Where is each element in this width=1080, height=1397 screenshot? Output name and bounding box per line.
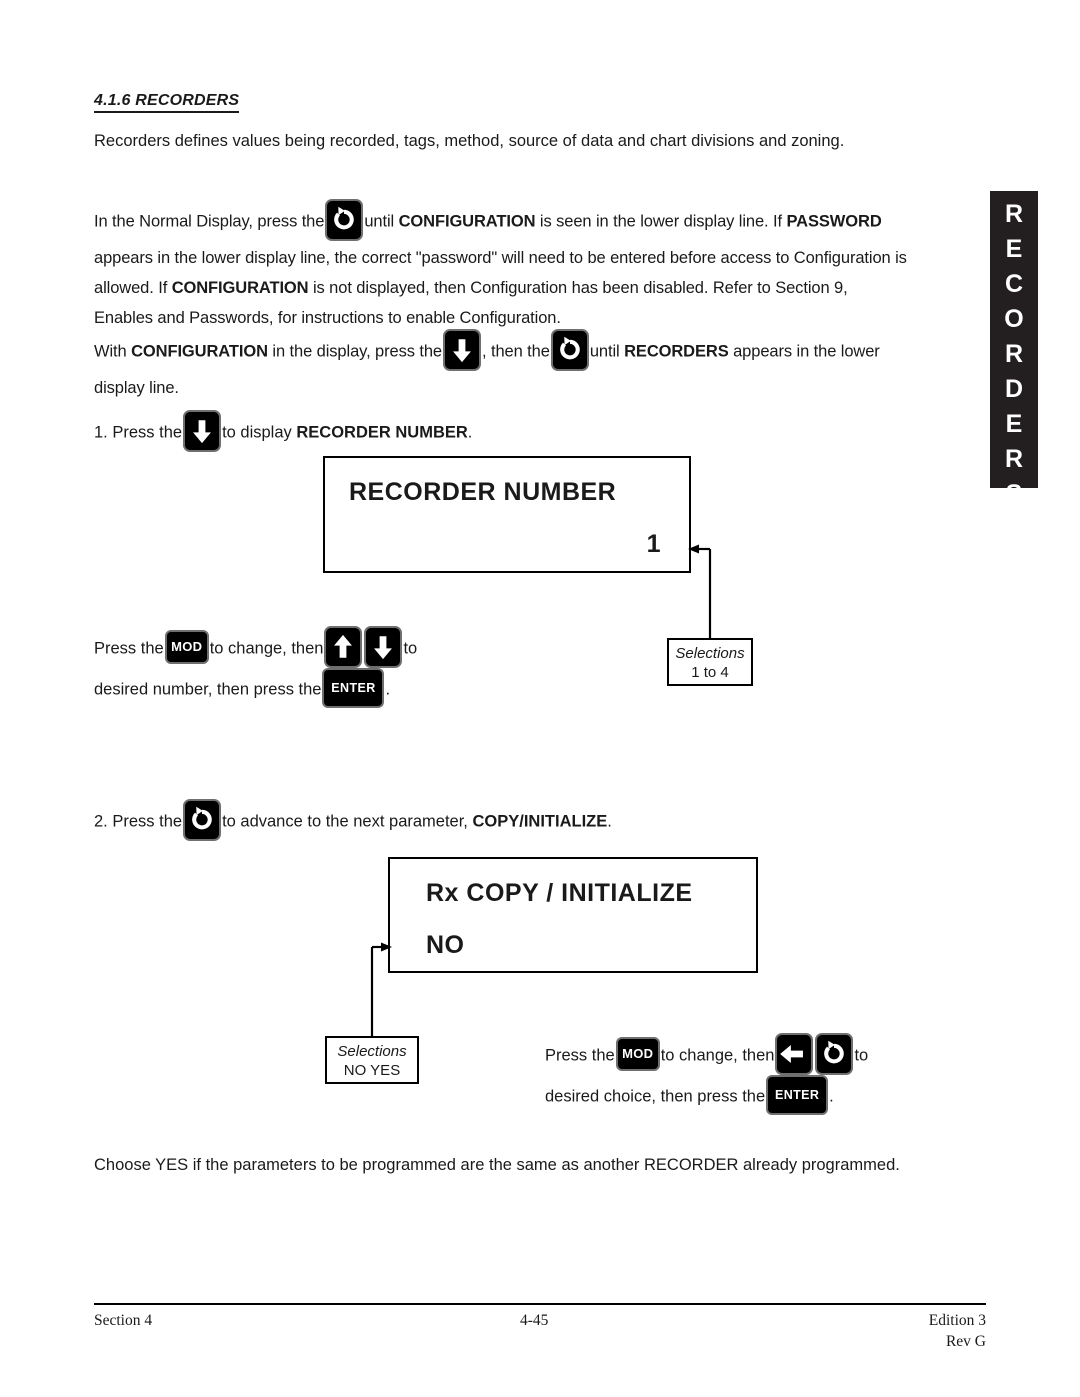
paragraph-text: appears in the lower display line, the c… — [94, 249, 907, 267]
footer-rule — [94, 1303, 986, 1305]
paragraph-text: until — [589, 342, 620, 361]
paragraph-bold: PASSWORD — [786, 212, 882, 231]
step-text: Press the — [112, 423, 183, 442]
selections-values: NO YES — [343, 1062, 401, 1079]
section-heading: 4.1.6 RECORDERS — [94, 92, 240, 113]
closing-text: Choose YES if the parameters to be progr… — [94, 1156, 900, 1174]
paragraph-text: In the Normal Display, press the — [94, 212, 325, 231]
down-arrow-key[interactable] — [183, 410, 222, 452]
leader-line-recorder-number — [688, 538, 728, 638]
step-text: . — [607, 812, 612, 831]
display-line-2: NO — [426, 931, 465, 959]
down-arrow-key[interactable] — [364, 626, 403, 668]
edge-tab-recorders: R E C O R D E R S — [990, 191, 1038, 508]
paragraph-bold: CONFIGURATION — [398, 212, 536, 231]
footer-left: Section 4 — [94, 1312, 153, 1329]
edge-tab-letter: C — [1004, 270, 1024, 298]
step-2: 2. Press the to advance to the next para… — [94, 799, 794, 843]
paragraph-bold: RECORDERS — [624, 342, 729, 361]
instruction-text: to — [854, 1046, 869, 1065]
selections-caption: Selections — [675, 645, 745, 662]
instruction-text: desired number, then press the — [94, 680, 322, 699]
paragraph-bold: CONFIGURATION — [171, 279, 309, 297]
function-loop-key[interactable] — [815, 1033, 854, 1075]
edge-tab-letter: R — [1004, 200, 1024, 228]
selections-copy-initialize: Selections NO YES — [325, 1036, 419, 1084]
enter-key[interactable]: ENTER — [766, 1075, 829, 1115]
paragraph-text: appears in the lower — [733, 342, 880, 361]
display-line-2: 1 — [646, 530, 661, 558]
step-text: to display — [222, 423, 292, 442]
paragraph-text: allowed. If — [94, 279, 168, 297]
display-line-1: RECORDER NUMBER — [349, 478, 617, 506]
paragraph-text: display line. — [94, 379, 179, 397]
step-number: 2. — [94, 812, 108, 831]
edge-tab-letter: E — [1005, 410, 1023, 438]
instruction-text: Press the — [545, 1046, 615, 1065]
paragraph-text: is not displayed, then Configuration has… — [312, 279, 848, 297]
intro-text: Recorders defines values being recorded,… — [94, 132, 845, 150]
step-bold: RECORDER NUMBER — [296, 423, 468, 442]
edge-tab-letter: R — [1004, 340, 1024, 368]
with-configuration-paragraph: With CONFIGURATION in the display, press… — [94, 329, 984, 403]
mod-key[interactable]: MOD — [615, 1037, 660, 1071]
paragraph-text: Enables and Passwords, for instructions … — [94, 309, 561, 327]
step-1: 1. Press the to display RECORDER NUMBER. — [94, 410, 694, 454]
selections-recorder-number: Selections 1 to 4 — [667, 638, 753, 686]
function-loop-key[interactable] — [183, 799, 222, 841]
paragraph-text: is seen in the lower display line. If — [539, 212, 782, 231]
leader-line-copy-initialize — [352, 936, 392, 1036]
closing-paragraph: Choose YES if the parameters to be progr… — [94, 1150, 994, 1180]
normal-display-paragraph: In the Normal Display, press the until C… — [94, 199, 984, 333]
display-line-1: Rx COPY / INITIALIZE — [426, 879, 693, 907]
instruction-text: to — [403, 639, 418, 658]
mod-key[interactable]: MOD — [164, 630, 209, 664]
intro-paragraph: Recorders defines values being recorded,… — [94, 126, 974, 156]
enter-key-label: ENTER — [774, 1088, 820, 1102]
up-arrow-key[interactable] — [324, 626, 363, 668]
footer-page-number: 4-45 — [520, 1312, 549, 1329]
selections-caption: Selections — [337, 1043, 407, 1060]
step-number: 1. — [94, 423, 108, 442]
down-arrow-key[interactable] — [443, 329, 482, 371]
edge-tab-letter: E — [1005, 235, 1023, 263]
instruction-text: desired choice, then press the — [545, 1087, 766, 1106]
copy-initialize-key-instruction: Press the MOD to change, then to desired… — [545, 1033, 985, 1117]
edge-tab-letter: D — [1004, 375, 1024, 403]
mod-key-label: MOD — [622, 1046, 654, 1061]
instruction-text: . — [385, 680, 391, 699]
recorder-number-key-instruction: Press the MOD to change, then to desired… — [94, 626, 614, 710]
enter-key[interactable]: ENTER — [322, 668, 385, 708]
paragraph-bold: CONFIGURATION — [131, 342, 268, 361]
enter-key-label: ENTER — [331, 681, 376, 695]
paragraph-text: in the display, press the — [272, 342, 443, 361]
paragraph-text: , then the — [482, 342, 550, 361]
function-loop-key[interactable] — [325, 199, 364, 241]
footer-right: Edition 3 Rev G — [929, 1310, 986, 1352]
instruction-text: to change, then — [209, 639, 324, 658]
document-page: R E C O R D E R S 4.1.6 RECORDERS Record… — [0, 0, 1080, 1397]
instruction-text: to change, then — [660, 1046, 775, 1065]
function-loop-key[interactable] — [550, 329, 589, 371]
instruction-text: . — [829, 1087, 834, 1106]
step-text: . — [467, 423, 473, 442]
instruction-text: Press the — [94, 639, 164, 658]
edge-tab-letter: O — [1004, 305, 1024, 333]
step-text: to advance to the next parameter, — [222, 812, 468, 831]
edge-tab-letter: S — [1005, 480, 1023, 508]
footer-revision: Rev G — [945, 1333, 986, 1350]
paragraph-text: until — [364, 212, 395, 231]
left-arrow-key[interactable] — [775, 1033, 814, 1075]
mod-key-label: MOD — [171, 639, 203, 654]
selections-values: 1 to 4 — [691, 664, 729, 681]
footer-edition: Edition 3 — [928, 1312, 986, 1329]
edge-tab-letter: R — [1004, 445, 1024, 473]
paragraph-text: With — [94, 342, 127, 361]
step-bold: COPY/INITIALIZE — [472, 812, 608, 831]
recorder-number-display: RECORDER NUMBER 1 — [323, 456, 691, 573]
copy-initialize-display: Rx COPY / INITIALIZE NO — [388, 857, 758, 973]
step-text: Press the — [112, 812, 183, 831]
